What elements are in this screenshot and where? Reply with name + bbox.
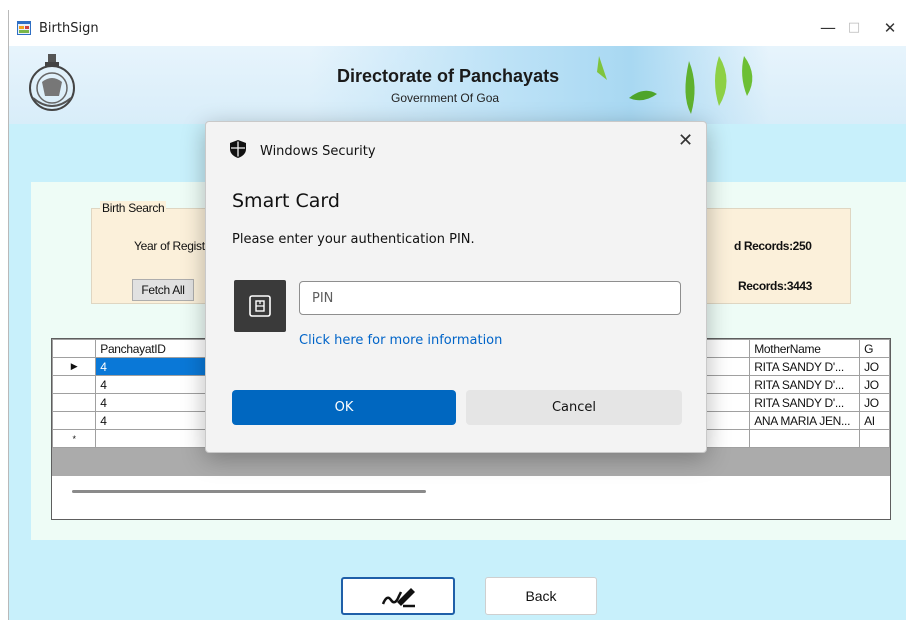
grid-cell[interactable]: 4 (95, 357, 207, 376)
dialog-close-button[interactable]: ✕ (678, 130, 693, 151)
banner-title: Directorate of Panchayats (337, 66, 560, 86)
grid-cell[interactable] (859, 429, 890, 448)
window-title: BirthSign (39, 21, 99, 36)
grid-cell[interactable]: RITA SANDY D'... (749, 393, 861, 412)
grid-cell[interactable]: 4 (95, 393, 207, 412)
title-bar: BirthSign — □ ✕ (9, 10, 906, 46)
grid-column-header[interactable]: G (859, 339, 890, 358)
row-indicator[interactable] (52, 393, 97, 412)
row-indicator[interactable] (52, 411, 97, 430)
shield-icon (230, 140, 246, 158)
grid-cell[interactable]: ANA MARIA JEN... (749, 411, 861, 430)
ok-button[interactable]: OK (232, 390, 456, 425)
banner-leaves-graphic (597, 56, 753, 114)
grid-column-header[interactable]: MotherName (749, 339, 861, 358)
dialog-title: Smart Card (232, 190, 340, 212)
row-indicator[interactable]: * (52, 429, 97, 448)
app-form-icon (17, 21, 31, 35)
grid-cell[interactable] (749, 429, 861, 448)
records-count-label: d Records:250 (734, 239, 812, 253)
pin-input[interactable] (299, 281, 681, 315)
windows-security-dialog: Windows Security ✕ Smart Card Please ent… (205, 121, 707, 453)
grid-cell[interactable]: 4 (95, 375, 207, 394)
dialog-message: Please enter your authentication PIN. (232, 232, 475, 247)
grid-cell[interactable]: AI (859, 411, 890, 430)
total-records-label: Records:3443 (738, 279, 812, 293)
grid-cell[interactable]: RITA SANDY D'... (749, 357, 861, 376)
birth-search-legend: Birth Search (100, 201, 167, 215)
row-indicator[interactable] (52, 375, 97, 394)
grid-column-header[interactable]: PanchayatID (95, 339, 207, 358)
more-information-link[interactable]: Click here for more information (299, 333, 502, 348)
grid-cell[interactable]: JO (859, 357, 890, 376)
signature-pen-icon (381, 588, 415, 608)
back-button[interactable]: Back (485, 577, 597, 615)
dialog-header: Windows Security (260, 144, 376, 159)
grid-cell[interactable]: JO (859, 393, 890, 412)
row-indicator[interactable]: ▶ (52, 357, 97, 376)
header-banner: Directorate of Panchayats Government Of … (9, 46, 906, 124)
card-chip-icon (249, 295, 271, 317)
grid-cell[interactable] (95, 429, 207, 448)
fetch-all-button[interactable]: Fetch All (132, 279, 194, 301)
year-of-registration-label: Year of Regist (134, 239, 205, 253)
cancel-button[interactable]: Cancel (466, 390, 682, 425)
grid-cell[interactable]: RITA SANDY D'... (749, 375, 861, 394)
grid-cell[interactable]: 4 (95, 411, 207, 430)
horizontal-scrollbar-thumb[interactable] (72, 490, 426, 493)
banner-subtitle: Government Of Goa (391, 91, 500, 105)
goa-state-emblem (29, 54, 75, 111)
sign-button[interactable] (341, 577, 455, 615)
grid-horizontal-scroll-area (52, 476, 890, 519)
grid-corner-cell (52, 339, 97, 358)
grid-cell[interactable]: JO (859, 375, 890, 394)
close-window-button[interactable]: ✕ (867, 10, 906, 46)
smart-card-icon (234, 280, 286, 332)
